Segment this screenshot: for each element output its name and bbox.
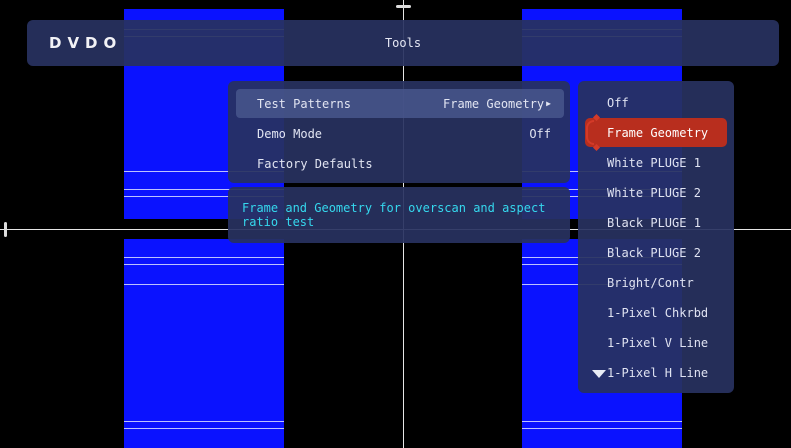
chevron-down-icon[interactable] — [592, 370, 606, 378]
submenu-item-label: 1-Pixel H Line — [607, 365, 709, 380]
tools-menu: Test Patterns Frame Geometry ▶ Demo Mode… — [228, 81, 570, 183]
submenu-item-1-pixel-v-line[interactable]: 1-Pixel V Line — [585, 328, 727, 357]
menu-item-demo-mode[interactable]: Demo Mode Off — [236, 119, 564, 148]
menu-item-label: Factory Defaults — [257, 156, 373, 171]
submenu-item-label: Frame Geometry — [607, 125, 709, 140]
page-title: Tools — [384, 36, 422, 50]
left-center-marker — [4, 222, 7, 237]
pattern-block-bottom-left — [124, 239, 284, 448]
submenu-item-frame-geometry[interactable]: Frame Geometry — [585, 113, 727, 152]
test-patterns-submenu: Off Frame Geometry White PLUGE 1 White P… — [578, 81, 734, 393]
submenu-item-1-pixel-chkrbd[interactable]: 1-Pixel Chkrbd — [585, 298, 727, 327]
menu-item-value: Frame Geometry ▶ — [443, 97, 551, 111]
submenu-item-white-pluge-1[interactable]: White PLUGE 1 — [585, 148, 727, 177]
submenu-item-white-pluge-2[interactable]: White PLUGE 2 — [585, 178, 727, 207]
menu-item-label: Test Patterns — [257, 96, 351, 111]
selection-marker-icon — [586, 120, 594, 145]
submenu-item-bright-contr[interactable]: Bright/Contr — [585, 268, 727, 297]
chevron-right-icon: ▶ — [546, 99, 551, 108]
menu-item-label: Demo Mode — [257, 126, 323, 141]
submenu-item-black-pluge-2[interactable]: Black PLUGE 2 — [585, 238, 727, 267]
help-description-text: Frame and Geometry for overscan and aspe… — [242, 201, 546, 229]
submenu-item-off[interactable]: Off — [585, 88, 727, 117]
osd-title-bar: DVDO Tools — [27, 20, 779, 66]
menu-item-test-patterns[interactable]: Test Patterns Frame Geometry ▶ — [236, 89, 564, 118]
menu-item-factory-defaults[interactable]: Factory Defaults — [236, 149, 564, 178]
top-center-marker — [396, 5, 411, 8]
help-description-panel: Frame and Geometry for overscan and aspe… — [228, 187, 570, 243]
submenu-item-1-pixel-h-line[interactable]: 1-Pixel H Line — [585, 358, 727, 387]
submenu-item-black-pluge-1[interactable]: Black PLUGE 1 — [585, 208, 727, 237]
test-patterns-value: Frame Geometry — [443, 96, 545, 111]
demo-mode-value: Off — [529, 126, 551, 141]
